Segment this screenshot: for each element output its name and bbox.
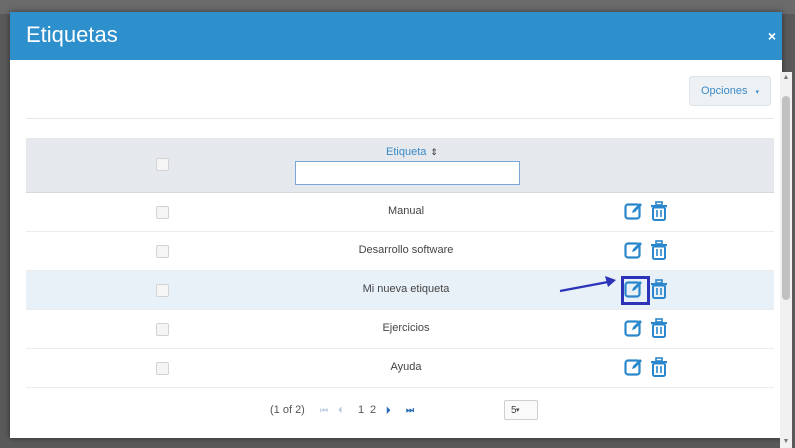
dialog-header: Etiquetas × [10, 12, 782, 60]
page-2-link[interactable]: 2 [370, 404, 376, 416]
divider [26, 118, 774, 119]
column-header-label: Etiqueta [386, 146, 427, 158]
select-all-checkbox[interactable] [156, 158, 169, 171]
tag-filter-input[interactable] [295, 161, 520, 185]
page-report: (1 of 2) [270, 404, 305, 416]
table-row: Desarrollo software [26, 232, 774, 271]
rows-per-page-select[interactable]: 5 ▾ [504, 400, 538, 420]
last-page-icon[interactable]: ⏭ [406, 405, 414, 416]
tags-dialog: Etiquetas × ▲ ▼ Opciones ▾ Etiqueta ⇕ Man… [10, 12, 792, 448]
next-page-icon[interactable]: ⏵ [386, 405, 391, 416]
table-row: Manual [26, 193, 774, 232]
tag-label: Ejercicios [382, 322, 430, 334]
tag-label: Ayuda [390, 361, 422, 373]
edit-icon[interactable] [624, 279, 644, 299]
row-checkbox[interactable] [156, 245, 169, 258]
table-row-selected: Mi nueva etiqueta [26, 271, 774, 310]
trash-icon[interactable] [649, 318, 669, 338]
edit-icon[interactable] [624, 240, 644, 260]
row-checkbox[interactable] [156, 284, 169, 297]
edit-icon[interactable] [624, 318, 644, 338]
chevron-down-icon: ▾ [755, 89, 760, 96]
table-row: Ejercicios [26, 310, 774, 349]
row-checkbox[interactable] [156, 323, 169, 336]
close-icon[interactable]: × [768, 28, 776, 44]
trash-icon[interactable] [649, 357, 669, 377]
row-checkbox[interactable] [156, 206, 169, 219]
tag-label: Mi nueva etiqueta [362, 283, 450, 295]
trash-icon[interactable] [649, 279, 669, 299]
annotation-arrow [559, 276, 616, 293]
scroll-thumb[interactable] [782, 96, 790, 300]
chevron-down-icon: ▾ [516, 407, 520, 414]
dialog-title: Etiquetas [26, 22, 118, 47]
first-page-icon[interactable]: ⏮ [320, 405, 328, 416]
sort-icon[interactable]: ⇕ [430, 147, 438, 157]
options-button[interactable]: Opciones ▾ [689, 76, 771, 106]
edit-icon[interactable] [624, 201, 644, 221]
edit-icon[interactable] [624, 357, 644, 377]
trash-icon[interactable] [649, 240, 669, 260]
tag-label: Desarrollo software [358, 244, 454, 256]
tag-label: Manual [387, 205, 425, 217]
prev-page-icon[interactable]: ⏴ [338, 405, 343, 416]
column-header-etiqueta[interactable]: Etiqueta ⇕ [386, 146, 438, 158]
dialog-scrollbar[interactable]: ▲ ▼ [780, 72, 792, 448]
table-row: Ayuda [26, 349, 774, 388]
scroll-up-arrow[interactable]: ▲ [780, 72, 792, 84]
table-header: Etiqueta ⇕ [26, 138, 774, 193]
options-label: Opciones [700, 85, 748, 97]
page-1-link[interactable]: 1 [358, 404, 364, 416]
row-checkbox[interactable] [156, 362, 169, 375]
trash-icon[interactable] [649, 201, 669, 221]
